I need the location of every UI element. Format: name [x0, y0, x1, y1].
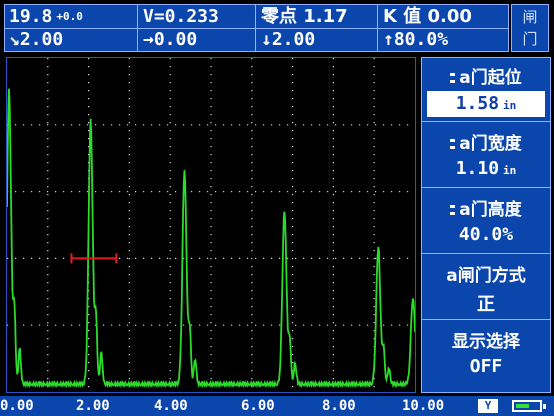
menu-item-label: a门宽度 — [422, 129, 550, 154]
up-arrow-icon: ↑ — [383, 29, 394, 50]
path-value: 2.00 — [19, 29, 64, 50]
menu-value-text: 1.58 — [455, 93, 500, 114]
gain-delta: +0.0 — [56, 10, 83, 23]
path-readout: ↘2.00 — [9, 28, 135, 52]
menu-item-label: a闸门方式 — [446, 266, 526, 286]
menu-item-label: a门高度 — [422, 195, 550, 220]
gain-value: 19.8 — [9, 6, 53, 27]
y-indicator: Y — [478, 399, 498, 413]
horizontal-value: 0.00 — [153, 29, 198, 50]
a-scan-chart — [7, 58, 415, 392]
menu-item-label: a门起位 — [422, 63, 550, 88]
gate-start-field[interactable]: 1.58 in — [427, 91, 545, 117]
menu-label-text: a门宽度 — [459, 134, 522, 154]
menu-item-gate-start[interactable]: a门起位 1.58 in — [422, 58, 550, 122]
echo-signal-trace — [7, 88, 415, 389]
down-arrow-icon: ↓ — [261, 29, 272, 50]
diagonal-arrow-icon: ↘ — [9, 29, 20, 50]
battery-icon — [512, 400, 542, 412]
gate-badge-char: 闸 — [522, 8, 538, 26]
gate-settings-menu: a门起位 1.58 in a门宽度 1.10 in a门高度 40.0% a闸门方式… — [421, 57, 551, 393]
gate-width-value: 1.10 in — [422, 158, 550, 179]
status-divider — [137, 5, 138, 51]
zero-offset-readout[interactable]: 零点 1.17 — [261, 5, 375, 29]
menu-item-display-select[interactable]: 显示选择 OFF — [422, 322, 550, 392]
menu-item-gate-width[interactable]: a门宽度 1.10 in — [422, 124, 550, 188]
axis-tick-label: 0.00 — [0, 398, 34, 414]
gate-height-value: 40.0% — [458, 224, 514, 245]
menu-label-text: a门高度 — [459, 200, 522, 220]
echo-peak — [183, 177, 185, 179]
status-bar: 19.8 +0.0 V=0.233 零点 1.17 K 值 0.00 ↘2.00 … — [4, 4, 509, 52]
echo-peak — [90, 127, 92, 129]
amplitude-readout: ↑80.0% — [383, 28, 507, 52]
depth-value: 2.00 — [271, 29, 316, 50]
gain-readout[interactable]: 19.8 +0.0 — [9, 5, 135, 29]
k-value-readout[interactable]: K 值 0.00 — [383, 5, 507, 29]
range-axis-bar: 0.00 2.00 4.00 6.00 8.00 10.00 Y — [0, 396, 554, 416]
unit-label: in — [503, 164, 517, 177]
menu-item-gate-height[interactable]: a门高度 40.0% — [422, 190, 550, 254]
right-arrow-icon: → — [143, 29, 154, 50]
axis-tick-label: 10.00 — [402, 398, 445, 414]
horizontal-readout: →0.00 — [143, 28, 253, 52]
gate-badge-char: 门 — [522, 30, 538, 48]
axis-tick-label: 6.00 — [241, 398, 275, 414]
amplitude-value: 80.0% — [393, 29, 449, 50]
status-divider — [377, 5, 378, 51]
echo-peak — [377, 254, 379, 256]
gate-mode-value: 正 — [477, 294, 495, 315]
status-divider — [255, 5, 256, 51]
depth-readout: ↓2.00 — [261, 28, 375, 52]
display-select-value: OFF — [469, 356, 503, 377]
a-scan-display — [6, 57, 416, 393]
battery-tip — [543, 404, 546, 409]
ultrasonic-flaw-detector-screen: 19.8 +0.0 V=0.233 零点 1.17 K 值 0.00 ↘2.00 … — [0, 0, 554, 416]
axis-tick-label: 4.00 — [154, 398, 188, 414]
echo-peak — [8, 97, 10, 99]
axis-tick-label: 2.00 — [76, 398, 110, 414]
menu-value-text: 1.10 — [455, 158, 500, 179]
menu-item-gate-mode[interactable]: a闸门方式 正 — [422, 256, 550, 320]
echo-peak — [283, 217, 285, 219]
bullet-icon — [450, 139, 456, 149]
menu-label-text: a门起位 — [459, 68, 522, 88]
gate-mode-badge[interactable]: 闸 门 — [511, 4, 549, 52]
bullet-icon — [450, 205, 456, 215]
axis-tick-label: 8.00 — [322, 398, 356, 414]
menu-item-label: 显示选择 — [452, 332, 520, 352]
battery-level — [516, 404, 529, 408]
bullet-icon — [450, 73, 456, 83]
echo-peak — [412, 304, 414, 306]
unit-label: in — [503, 99, 517, 112]
velocity-readout[interactable]: V=0.233 — [143, 5, 253, 29]
